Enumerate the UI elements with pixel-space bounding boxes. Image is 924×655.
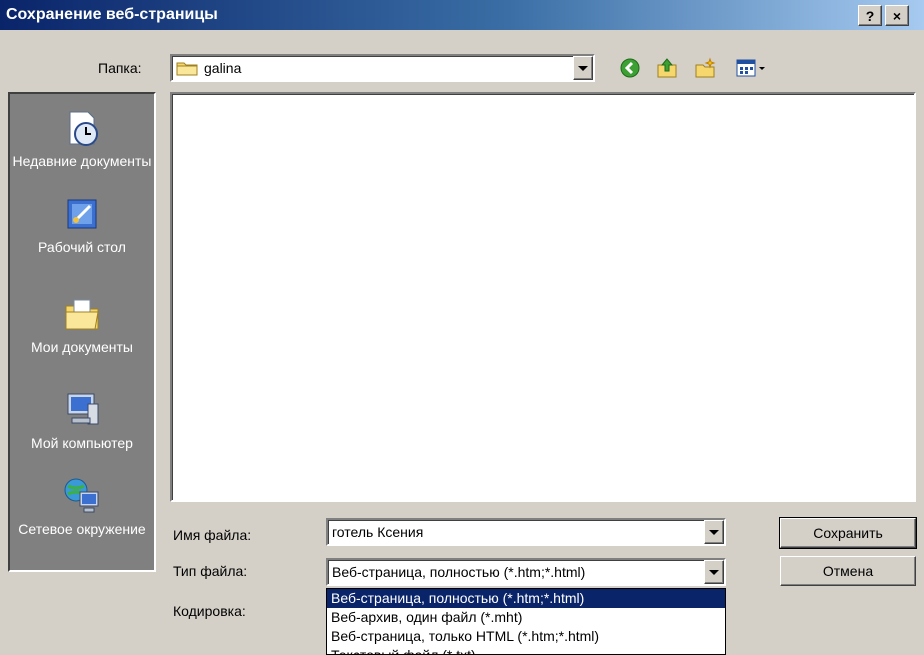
filename-input[interactable]: готель Ксения (326, 518, 726, 546)
dropdown-option[interactable]: Текстовый файл (*.txt) (327, 646, 725, 654)
place-desktop[interactable]: Рабочий стол (10, 194, 154, 256)
folder-value: galina (204, 60, 242, 76)
filetype-label: Тип файла: (173, 563, 248, 579)
place-label: Рабочий стол (38, 239, 126, 255)
filename-dropdown-button[interactable] (704, 520, 724, 544)
cancel-button[interactable]: Отмена (780, 556, 916, 586)
filetype-dropdown-list: Веб-страница, полностью (*.htm;*.html) В… (326, 588, 726, 655)
folder-label: Папка: (98, 60, 142, 76)
title-bar: Сохранение веб-страницы ? × (0, 0, 924, 30)
dropdown-option[interactable]: Веб-страница, только HTML (*.htm;*.html) (327, 627, 725, 646)
view-menu-icon[interactable] (735, 57, 769, 79)
place-label: Мой компьютер (31, 435, 133, 451)
help-button[interactable]: ? (858, 5, 882, 26)
encoding-label: Кодировка: (173, 603, 246, 619)
folder-select[interactable]: galina (170, 54, 595, 82)
new-folder-icon[interactable] (694, 57, 716, 79)
up-folder-icon[interactable] (656, 57, 678, 79)
close-button[interactable]: × (885, 5, 909, 26)
save-button[interactable]: Сохранить (779, 517, 917, 549)
place-my-computer[interactable]: Мой компьютер (10, 390, 154, 452)
filetype-value: Веб-страница, полностью (*.htm;*.html) (332, 564, 586, 580)
filetype-select[interactable]: Веб-страница, полностью (*.htm;*.html) (326, 558, 726, 586)
place-my-documents[interactable]: Мои документы (10, 294, 154, 356)
filename-value: готель Ксения (332, 524, 424, 540)
dropdown-option[interactable]: Веб-страница, полностью (*.htm;*.html) (327, 589, 725, 608)
folder-icon (176, 62, 198, 76)
place-label: Сетевое окружение (18, 521, 146, 537)
my-computer-icon (67, 393, 99, 425)
filetype-dropdown-button[interactable] (704, 560, 724, 584)
network-icon (64, 478, 99, 513)
folder-dropdown-button[interactable] (573, 56, 593, 80)
place-recent-documents[interactable]: Недавние документы (10, 108, 154, 170)
desktop-icon (67, 199, 97, 229)
file-list[interactable] (170, 92, 916, 502)
places-bar: Недавние документы Рабочий стол Мои доку… (8, 92, 156, 572)
dropdown-option[interactable]: Веб-архив, один файл (*.mht) (327, 608, 725, 627)
place-network[interactable]: Сетевое окружение (10, 476, 154, 538)
place-label: Мои документы (30, 339, 133, 355)
recent-documents-icon (69, 111, 98, 146)
window-title: Сохранение веб-страницы (6, 6, 218, 23)
back-icon[interactable] (619, 57, 641, 79)
my-documents-icon (65, 299, 99, 330)
filename-label: Имя файла: (173, 527, 252, 543)
place-label: Недавние документы (12, 153, 152, 169)
